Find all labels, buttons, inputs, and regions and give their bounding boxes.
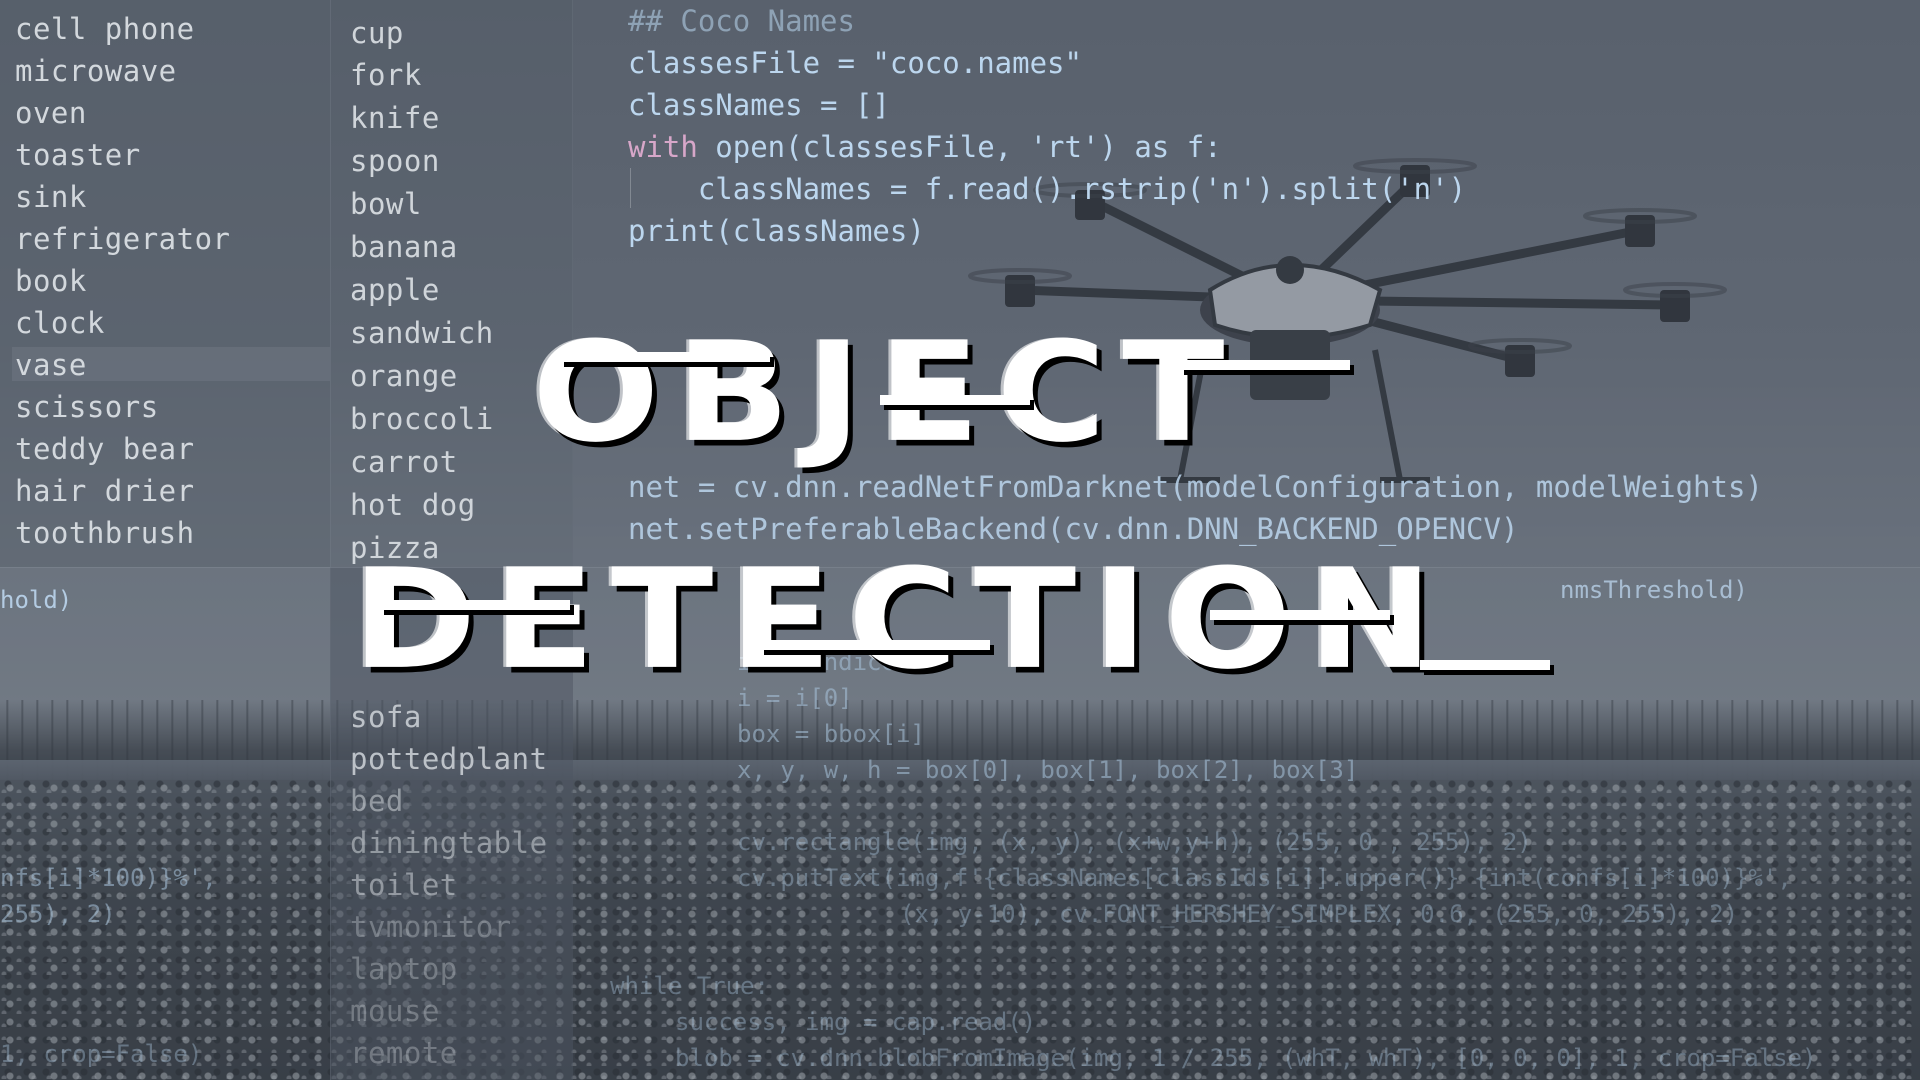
class-item: toilet <box>350 868 458 902</box>
class-item-selected: vase <box>15 348 87 382</box>
class-item: sink <box>15 180 87 214</box>
class-item: microwave <box>15 54 177 88</box>
class-item: mouse <box>350 994 440 1028</box>
code-fragment: 255), 2) <box>0 900 116 928</box>
class-item: refrigerator <box>15 222 231 256</box>
class-item: broccoli <box>350 402 494 436</box>
code-fragment: hold) <box>0 586 73 614</box>
lower-code-panel <box>0 567 1920 1080</box>
code-keyword: with <box>628 130 698 164</box>
class-item: cell phone <box>15 12 195 46</box>
thumbnail-canvas: cell phone microwave oven toaster sink r… <box>0 0 1920 1080</box>
code-line: success, img = cap.read() <box>675 1008 1037 1036</box>
code-line: cv.rectangle(img, (x, y), (x+w,y+h), (25… <box>737 828 1532 856</box>
code-line: net.setPreferableBackend(cv.dnn.DNN_BACK… <box>628 512 1519 546</box>
class-item: knife <box>350 101 440 135</box>
code-line: x, y, w, h = box[0], box[1], box[2], box… <box>737 756 1359 784</box>
code-fragment: 1, crop=False) <box>0 1040 203 1068</box>
class-item: teddy bear <box>15 432 195 466</box>
class-item: spoon <box>350 144 440 178</box>
class-item: fork <box>350 58 422 92</box>
class-item: apple <box>350 273 440 307</box>
class-item: scissors <box>15 390 159 424</box>
code-fragment: nfs[i]*100)}%', <box>0 864 217 892</box>
code-line: box = bbox[i] <box>737 720 925 748</box>
class-item: hot dog <box>350 488 476 522</box>
class-item: toaster <box>15 138 141 172</box>
code-line: classNames = [] <box>628 88 890 122</box>
class-item: pottedplant <box>350 742 548 776</box>
class-item: pizza <box>350 531 440 565</box>
code-line: while True: <box>610 972 769 1000</box>
code-line: nmsThreshold) <box>1560 576 1748 604</box>
class-item: clock <box>15 306 105 340</box>
class-item: laptop <box>350 952 458 986</box>
class-item: bowl <box>350 187 422 221</box>
class-item: carrot <box>350 445 458 479</box>
class-item: tvmonitor <box>350 910 512 944</box>
class-item: book <box>15 264 87 298</box>
class-item: sandwich <box>350 316 494 350</box>
code-line: net = cv.dnn.readNetFromDarknet(modelCon… <box>628 470 1763 504</box>
code-line: i in indices: <box>737 648 925 676</box>
code-line: print(classNames) <box>628 214 925 248</box>
class-item: remote <box>350 1036 458 1070</box>
code-line: classesFile = "coco.names" <box>628 46 1082 80</box>
code-line: with open(classesFile, 'rt') as f: <box>628 130 1222 164</box>
class-item: hair drier <box>15 474 195 508</box>
code-comment: ## Coco Names <box>628 4 855 38</box>
class-item: toothbrush <box>15 516 195 550</box>
class-item: diningtable <box>350 826 548 860</box>
class-item: cup <box>350 16 404 50</box>
class-item: orange <box>350 359 458 393</box>
code-line: i = i[0] <box>737 684 853 712</box>
code-line: classNames = f.read().rstrip('n').split(… <box>628 172 1467 206</box>
code-line: (x, y-10), cv.FONT_HERSHEY_SIMPLEX, 0.6,… <box>900 900 1739 928</box>
class-item: bed <box>350 784 404 818</box>
class-item: banana <box>350 230 458 264</box>
class-item: oven <box>15 96 87 130</box>
code-line: blob = cv.dnn.blobFromImage(img, 1 / 255… <box>675 1044 1817 1072</box>
class-item: sofa <box>350 700 422 734</box>
code-line: cv.putText(img,f'{classNames[classIds[i]… <box>737 864 1792 892</box>
code-line-rest: open(classesFile, 'rt') as f: <box>697 130 1222 164</box>
